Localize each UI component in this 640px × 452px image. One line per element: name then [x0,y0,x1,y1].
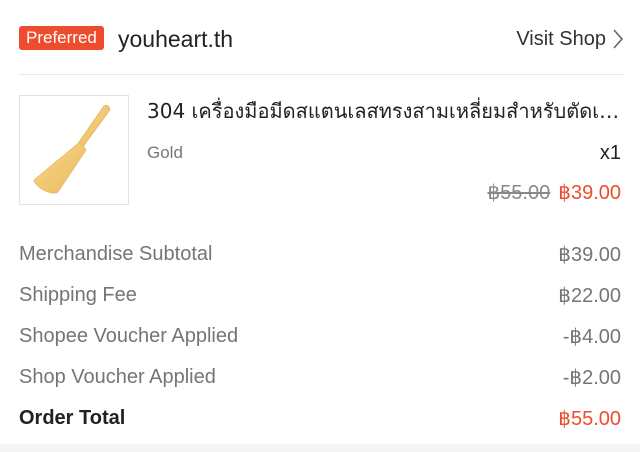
sale-price: ฿39.00 [558,182,621,204]
summary-row-total: Order Total ฿55.00 [19,398,621,439]
visit-shop-button[interactable]: Visit Shop [516,23,624,55]
summary-row-subtotal: Merchandise Subtotal ฿39.00 [19,234,621,275]
summary-label: Shop Voucher Applied [19,366,216,388]
product-quantity: x1 [599,142,621,164]
summary-value: -฿4.00 [562,326,621,348]
chevron-right-icon [612,28,624,50]
summary-value: ฿39.00 [558,244,621,266]
cake-server-icon [33,104,110,194]
order-total-label: Order Total [19,407,126,429]
product-image[interactable] [19,95,129,205]
preferred-badge: Preferred [19,26,104,50]
summary-label: Shopee Voucher Applied [19,325,239,347]
shop-header: Preferred youheart.th Visit Shop [19,22,624,58]
order-total-value: ฿55.00 [558,408,621,430]
summary-row-shipping: Shipping Fee ฿22.00 [19,275,621,316]
summary-value: -฿2.00 [562,367,621,389]
order-card: Preferred youheart.th Visit Shop 304 เคร… [0,0,640,444]
original-price: ฿55.00 [487,182,551,204]
summary-row-shop-voucher: Shop Voucher Applied -฿2.00 [19,357,621,398]
visit-shop-label: Visit Shop [516,28,606,50]
product-title[interactable]: 304 เครื่องมือมีดสแตนเลสทรงสามเหลี่ยมสำห… [147,97,621,125]
divider [19,74,624,75]
summary-row-shopee-voucher: Shopee Voucher Applied -฿4.00 [19,316,621,357]
summary-value: ฿22.00 [558,285,621,307]
product-prices: ฿55.00 ฿39.00 [487,180,621,206]
summary-label: Merchandise Subtotal [19,243,213,265]
shop-name[interactable]: youheart.th [118,23,233,55]
product-variant: Gold [147,143,183,162]
order-summary: Merchandise Subtotal ฿39.00 Shipping Fee… [19,234,621,439]
summary-label: Shipping Fee [19,284,137,306]
